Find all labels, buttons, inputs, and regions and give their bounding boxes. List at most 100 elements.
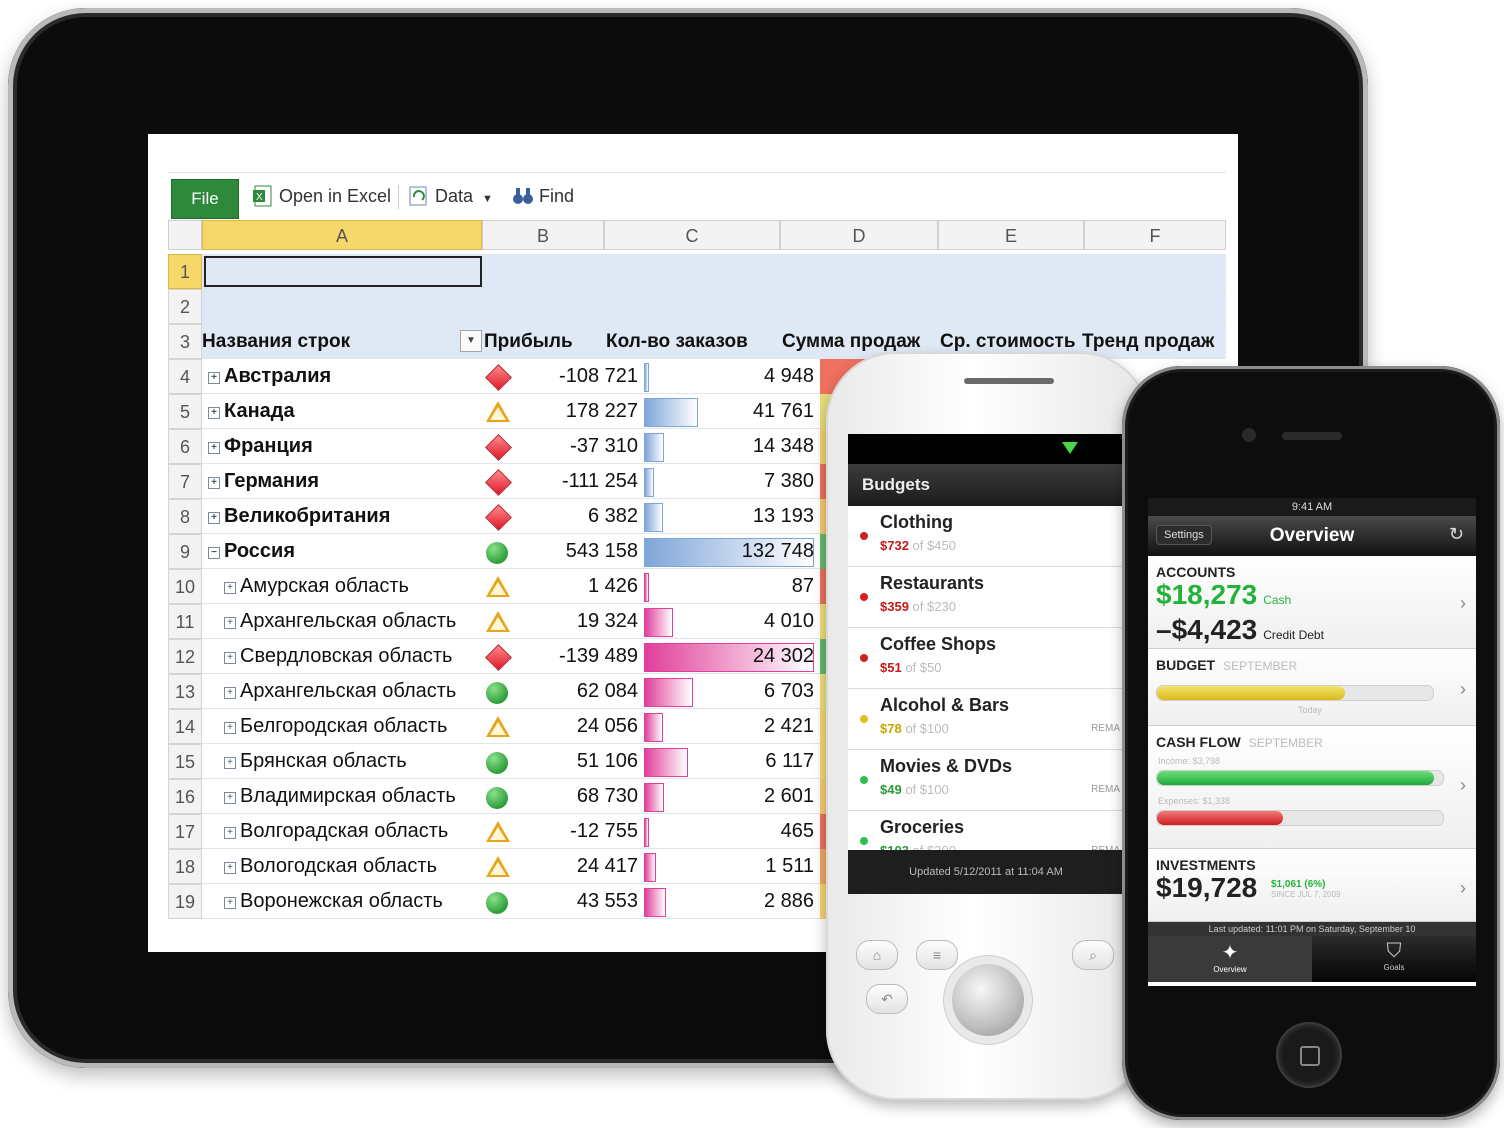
data-dropdown-button[interactable]: Data ▼ [408, 181, 493, 211]
row-label[interactable]: + Амурская область [224, 569, 409, 604]
header-profit: Прибыль [484, 331, 573, 352]
expand-icon[interactable]: + [224, 757, 236, 769]
column-header-a[interactable]: A [202, 220, 482, 250]
column-header-f[interactable]: F [1084, 220, 1226, 250]
row-label[interactable]: + Франция [208, 429, 313, 464]
expand-icon[interactable]: + [224, 687, 236, 699]
budget-item[interactable]: Movies & DVDs $49 of $100 REMA [848, 750, 1124, 811]
budget-item[interactable]: Clothing $732 of $450 [848, 506, 1124, 567]
green-circle-icon [486, 892, 508, 914]
expand-icon[interactable]: + [208, 442, 220, 454]
budget-item[interactable]: Alcohol & Bars $78 of $100 REMA [848, 689, 1124, 750]
expand-icon[interactable]: + [208, 407, 220, 419]
select-all-corner[interactable] [168, 220, 202, 250]
row-label[interactable]: + Вологодская область [224, 849, 437, 884]
orders-value: 2 601 [763, 785, 814, 807]
row-label[interactable]: + Волгорадская область [224, 814, 448, 849]
row-header-2[interactable]: 2 [168, 289, 202, 324]
row-label[interactable]: + Владимирская область [224, 779, 456, 814]
row-header[interactable]: 17 [168, 814, 202, 849]
row-header-3[interactable]: 3 [168, 324, 202, 359]
yellow-triangle-icon [486, 611, 510, 632]
row-label[interactable]: + Брянская область [224, 744, 407, 779]
row-header[interactable]: 19 [168, 884, 202, 919]
expand-icon[interactable]: + [208, 512, 220, 524]
row-header[interactable]: 7 [168, 464, 202, 499]
open-in-excel-button[interactable]: X Open in Excel [252, 181, 391, 211]
investments-since: SINCE JUL 7, 2009 [1271, 889, 1341, 899]
budget-amount: $51 of $50 [880, 660, 941, 675]
row-label[interactable]: + Воронежская область [224, 884, 443, 919]
row-label[interactable]: + Великобритания [208, 499, 390, 534]
search-key-icon[interactable]: ⌕ [1072, 940, 1114, 970]
row-label[interactable]: + Белгородская область [224, 709, 447, 744]
expand-icon[interactable]: + [208, 372, 220, 384]
data-bar [644, 363, 650, 392]
back-key-icon[interactable]: ↶ [866, 984, 908, 1014]
accounts-section[interactable]: ACCOUNTS $18,273 Cash –$4,423 Credit Debt … [1148, 556, 1476, 649]
tab-overview[interactable]: ✦ Overview [1148, 936, 1312, 982]
expand-icon[interactable]: + [224, 582, 236, 594]
row-header[interactable]: 4 [168, 359, 202, 394]
row-header[interactable]: 12 [168, 639, 202, 674]
column-header-c[interactable]: C [604, 220, 780, 250]
find-button[interactable]: Find [512, 181, 574, 211]
file-button[interactable]: File [171, 179, 239, 219]
row-header[interactable]: 14 [168, 709, 202, 744]
row-header[interactable]: 9 [168, 534, 202, 569]
home-button[interactable] [1276, 1022, 1342, 1088]
expand-icon[interactable]: + [224, 862, 236, 874]
row-header[interactable]: 6 [168, 429, 202, 464]
expand-icon[interactable]: + [224, 897, 236, 909]
investments-section[interactable]: INVESTMENTS $19,728 $1,061 (6%) SINCE JU… [1148, 849, 1476, 922]
expand-icon[interactable]: + [224, 792, 236, 804]
row-label[interactable]: + Архангельская область [224, 604, 456, 639]
row-header[interactable]: 8 [168, 499, 202, 534]
row-header[interactable]: 10 [168, 569, 202, 604]
expand-icon[interactable]: + [224, 652, 236, 664]
column-header-b[interactable]: B [482, 220, 604, 250]
status-dot-icon [860, 654, 868, 662]
budget-section[interactable]: BUDGET SEPTEMBER Today › [1148, 649, 1476, 726]
row-label[interactable]: − Россия [208, 534, 295, 569]
active-cell-a1[interactable] [204, 256, 482, 287]
menu-key-icon[interactable]: ≡ [916, 940, 958, 970]
row-header[interactable]: 11 [168, 604, 202, 639]
row-header[interactable]: 13 [168, 674, 202, 709]
row-header[interactable]: 15 [168, 744, 202, 779]
row-label[interactable]: + Архангельская область [224, 674, 456, 709]
budget-spent: $732 [880, 538, 909, 553]
row-label[interactable]: + Канада [208, 394, 295, 429]
budgets-title: Budgets [848, 464, 1124, 506]
tab-goals[interactable]: ⛉ Goals [1312, 936, 1476, 982]
row-header-1[interactable]: 1 [168, 254, 202, 289]
column-header-e[interactable]: E [938, 220, 1084, 250]
income-bar [1156, 770, 1444, 786]
row-label[interactable]: + Германия [208, 464, 319, 499]
row-label-text: Канада [224, 400, 295, 422]
row-header[interactable]: 18 [168, 849, 202, 884]
orders-cell: 2 421 [642, 709, 816, 744]
cash-flow-section[interactable]: CASH FLOW SEPTEMBER Income: $3,798 Expens… [1148, 726, 1476, 849]
column-header-d[interactable]: D [780, 220, 938, 250]
row-label[interactable]: + Австралия [208, 359, 331, 394]
budget-item[interactable]: Coffee Shops $51 of $50 [848, 628, 1124, 689]
expand-icon[interactable]: + [224, 617, 236, 629]
expand-icon[interactable]: + [224, 722, 236, 734]
row-header[interactable]: 16 [168, 779, 202, 814]
budget-progress-bar [1156, 685, 1434, 701]
trackball[interactable] [952, 964, 1024, 1036]
refresh-icon[interactable]: ↻ [1449, 524, 1464, 545]
status-dot-icon [860, 837, 868, 845]
expand-icon[interactable]: + [208, 477, 220, 489]
row-header[interactable]: 5 [168, 394, 202, 429]
expand-icon[interactable]: + [224, 827, 236, 839]
filter-dropdown-button[interactable]: ▼ [460, 330, 482, 352]
budget-item[interactable]: Restaurants $359 of $230 [848, 567, 1124, 628]
yellow-triangle-icon [486, 856, 510, 877]
investments-change-block: $1,061 (6%) SINCE JUL 7, 2009 [1271, 879, 1341, 900]
collapse-icon[interactable]: − [208, 547, 220, 559]
android-phone: Budgets Clothing $732 of $450 Restaurants $… [826, 352, 1150, 1100]
row-label[interactable]: + Свердловская область [224, 639, 452, 674]
home-key-icon[interactable]: ⌂ [856, 940, 898, 970]
